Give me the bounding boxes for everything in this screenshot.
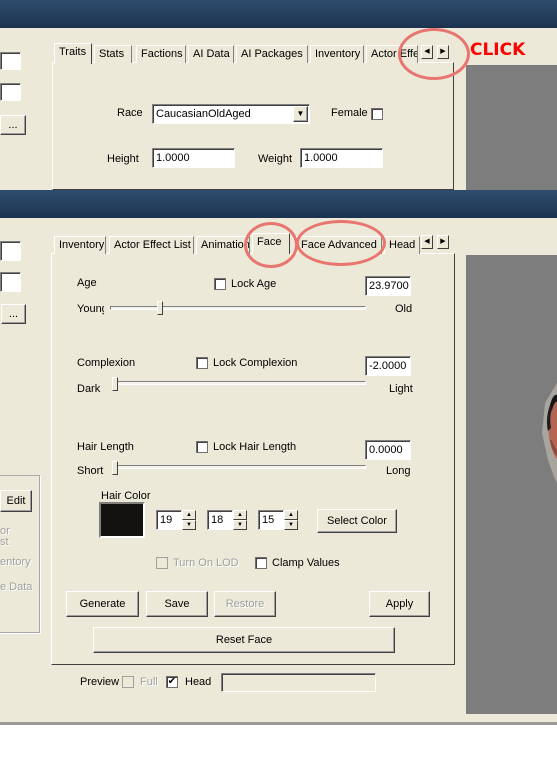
lock-age-label: Lock Age — [231, 278, 277, 290]
save-button[interactable]: Save — [146, 591, 208, 617]
restore-button[interactable]: Restore — [214, 591, 276, 617]
tab2-face[interactable]: Face — [252, 233, 290, 254]
complexion-label: Complexion — [77, 357, 136, 369]
tab2-scroll-right-button[interactable]: ▶ — [437, 235, 449, 249]
preview-full-label: Full — [140, 676, 158, 688]
preview-status-field — [221, 673, 376, 692]
window2-left-field-1[interactable] — [0, 241, 21, 261]
hair-length-slider-track[interactable] — [112, 465, 366, 469]
face-advanced-tab-highlight-ring — [296, 220, 386, 266]
complexion-max-label: Light — [389, 383, 413, 395]
age-slider-thumb[interactable] — [157, 301, 163, 315]
window2-titlebar — [0, 190, 557, 218]
age-min-label: Young — [77, 303, 104, 315]
complexion-min-label: Dark — [77, 383, 101, 395]
left-label-2: st — [0, 536, 9, 548]
hair-length-min-label: Short — [77, 465, 104, 477]
tab2-head[interactable]: Head I — [384, 236, 420, 254]
reset-face-button[interactable]: Reset Face — [93, 627, 395, 653]
race-select[interactable]: CaucasianOldAged — [152, 104, 310, 124]
tab-inventory[interactable]: Inventory — [310, 45, 364, 63]
tab-arrows-highlight-ring — [398, 28, 470, 80]
complexion-value-input[interactable]: -2.0000 — [365, 356, 411, 376]
hair-color-green-input[interactable]: 18 — [207, 510, 233, 530]
tab-traits[interactable]: Traits — [54, 43, 92, 64]
window2-bottom-border — [0, 722, 557, 725]
hair-color-red-input[interactable]: 19 — [156, 510, 182, 530]
weight-label: Weight — [258, 153, 293, 165]
clamp-values-checkbox[interactable] — [255, 557, 267, 569]
tab2-inventory[interactable]: Inventory — [54, 236, 106, 254]
lock-age-checkbox[interactable] — [214, 278, 226, 290]
window1-left-field-2[interactable] — [0, 83, 21, 101]
hair-color-label: Hair Color — [101, 490, 151, 502]
tab2-animation[interactable]: Animation — [196, 236, 250, 254]
window2-left-ellipsis-button[interactable]: ... — [1, 304, 26, 324]
complexion-slider-track[interactable] — [112, 381, 366, 385]
tab2-actor-effect-list[interactable]: Actor Effect List — [109, 236, 194, 254]
hair-color-blue-spinner[interactable]: ▲ ▼ — [284, 510, 298, 530]
tab-ai-packages[interactable]: AI Packages — [236, 45, 308, 63]
window1-tab-page — [52, 62, 454, 190]
window1-left-ellipsis-button[interactable]: ... — [0, 115, 26, 135]
female-checkbox[interactable] — [371, 108, 383, 120]
hair-length-slider-thumb[interactable] — [112, 461, 118, 475]
clamp-values-label: Clamp Values — [272, 557, 340, 569]
complexion-slider-thumb[interactable] — [112, 377, 118, 391]
tab-ai-data[interactable]: AI Data — [188, 45, 234, 63]
hair-color-green-spinner[interactable]: ▲ ▼ — [233, 510, 247, 530]
window1-preview-viewport — [466, 65, 557, 190]
preview-full-checkbox[interactable] — [122, 676, 134, 688]
age-max-label: Old — [395, 303, 413, 315]
hair-length-max-label: Long — [386, 465, 411, 477]
window1-left-field-1[interactable] — [0, 52, 21, 70]
race-value: CaucasianOldAged — [156, 108, 251, 120]
race-dropdown-button[interactable]: ▼ — [293, 106, 308, 122]
generate-button[interactable]: Generate — [66, 591, 139, 617]
hair-color-blue-input[interactable]: 15 — [258, 510, 284, 530]
age-slider-track[interactable] — [110, 306, 366, 310]
weight-input[interactable]: 1.0000 — [300, 148, 383, 168]
turn-on-lod-checkbox[interactable] — [156, 557, 168, 569]
height-input[interactable]: 1.0000 — [152, 148, 235, 168]
lock-hair-length-checkbox[interactable] — [196, 441, 208, 453]
tab2-scroll-left-button[interactable]: ◀ — [421, 235, 433, 249]
hair-color-red-spinner[interactable]: ▲ ▼ — [182, 510, 196, 530]
lock-complexion-label: Lock Complexion — [213, 357, 298, 369]
character-head-icon — [542, 383, 557, 483]
height-label: Height — [107, 153, 139, 165]
left-label-4: e Data — [0, 581, 33, 593]
race-label: Race — [117, 107, 143, 119]
select-color-button[interactable]: Select Color — [317, 509, 397, 533]
age-value-input[interactable]: 23.9700 — [365, 276, 411, 296]
left-label-3: entory — [0, 556, 31, 568]
window1-titlebar — [0, 0, 557, 28]
tab-factions[interactable]: Factions — [136, 45, 186, 63]
hair-color-swatch[interactable] — [99, 502, 145, 538]
preview-head-checkbox[interactable]: ✔ — [166, 676, 178, 688]
female-label: Female — [331, 107, 368, 119]
edit-button[interactable]: Edit — [0, 490, 32, 512]
lock-hair-length-label: Lock Hair Length — [213, 441, 297, 453]
preview-label: Preview — [80, 676, 120, 688]
check-mark-icon: ✔ — [167, 676, 177, 687]
tab-stats[interactable]: Stats — [94, 45, 132, 63]
turn-on-lod-label: Turn On LOD — [173, 557, 239, 569]
face-preview-viewport[interactable] — [466, 255, 557, 714]
apply-button[interactable]: Apply — [369, 591, 430, 617]
click-callout: CLICK — [470, 40, 526, 60]
window2-left-field-2[interactable] — [0, 272, 21, 292]
preview-head-label: Head — [185, 676, 212, 688]
lock-complexion-checkbox[interactable] — [196, 357, 208, 369]
hair-length-value-input[interactable]: 0.0000 — [365, 440, 411, 460]
hair-length-label: Hair Length — [77, 441, 134, 453]
age-label: Age — [77, 277, 97, 289]
